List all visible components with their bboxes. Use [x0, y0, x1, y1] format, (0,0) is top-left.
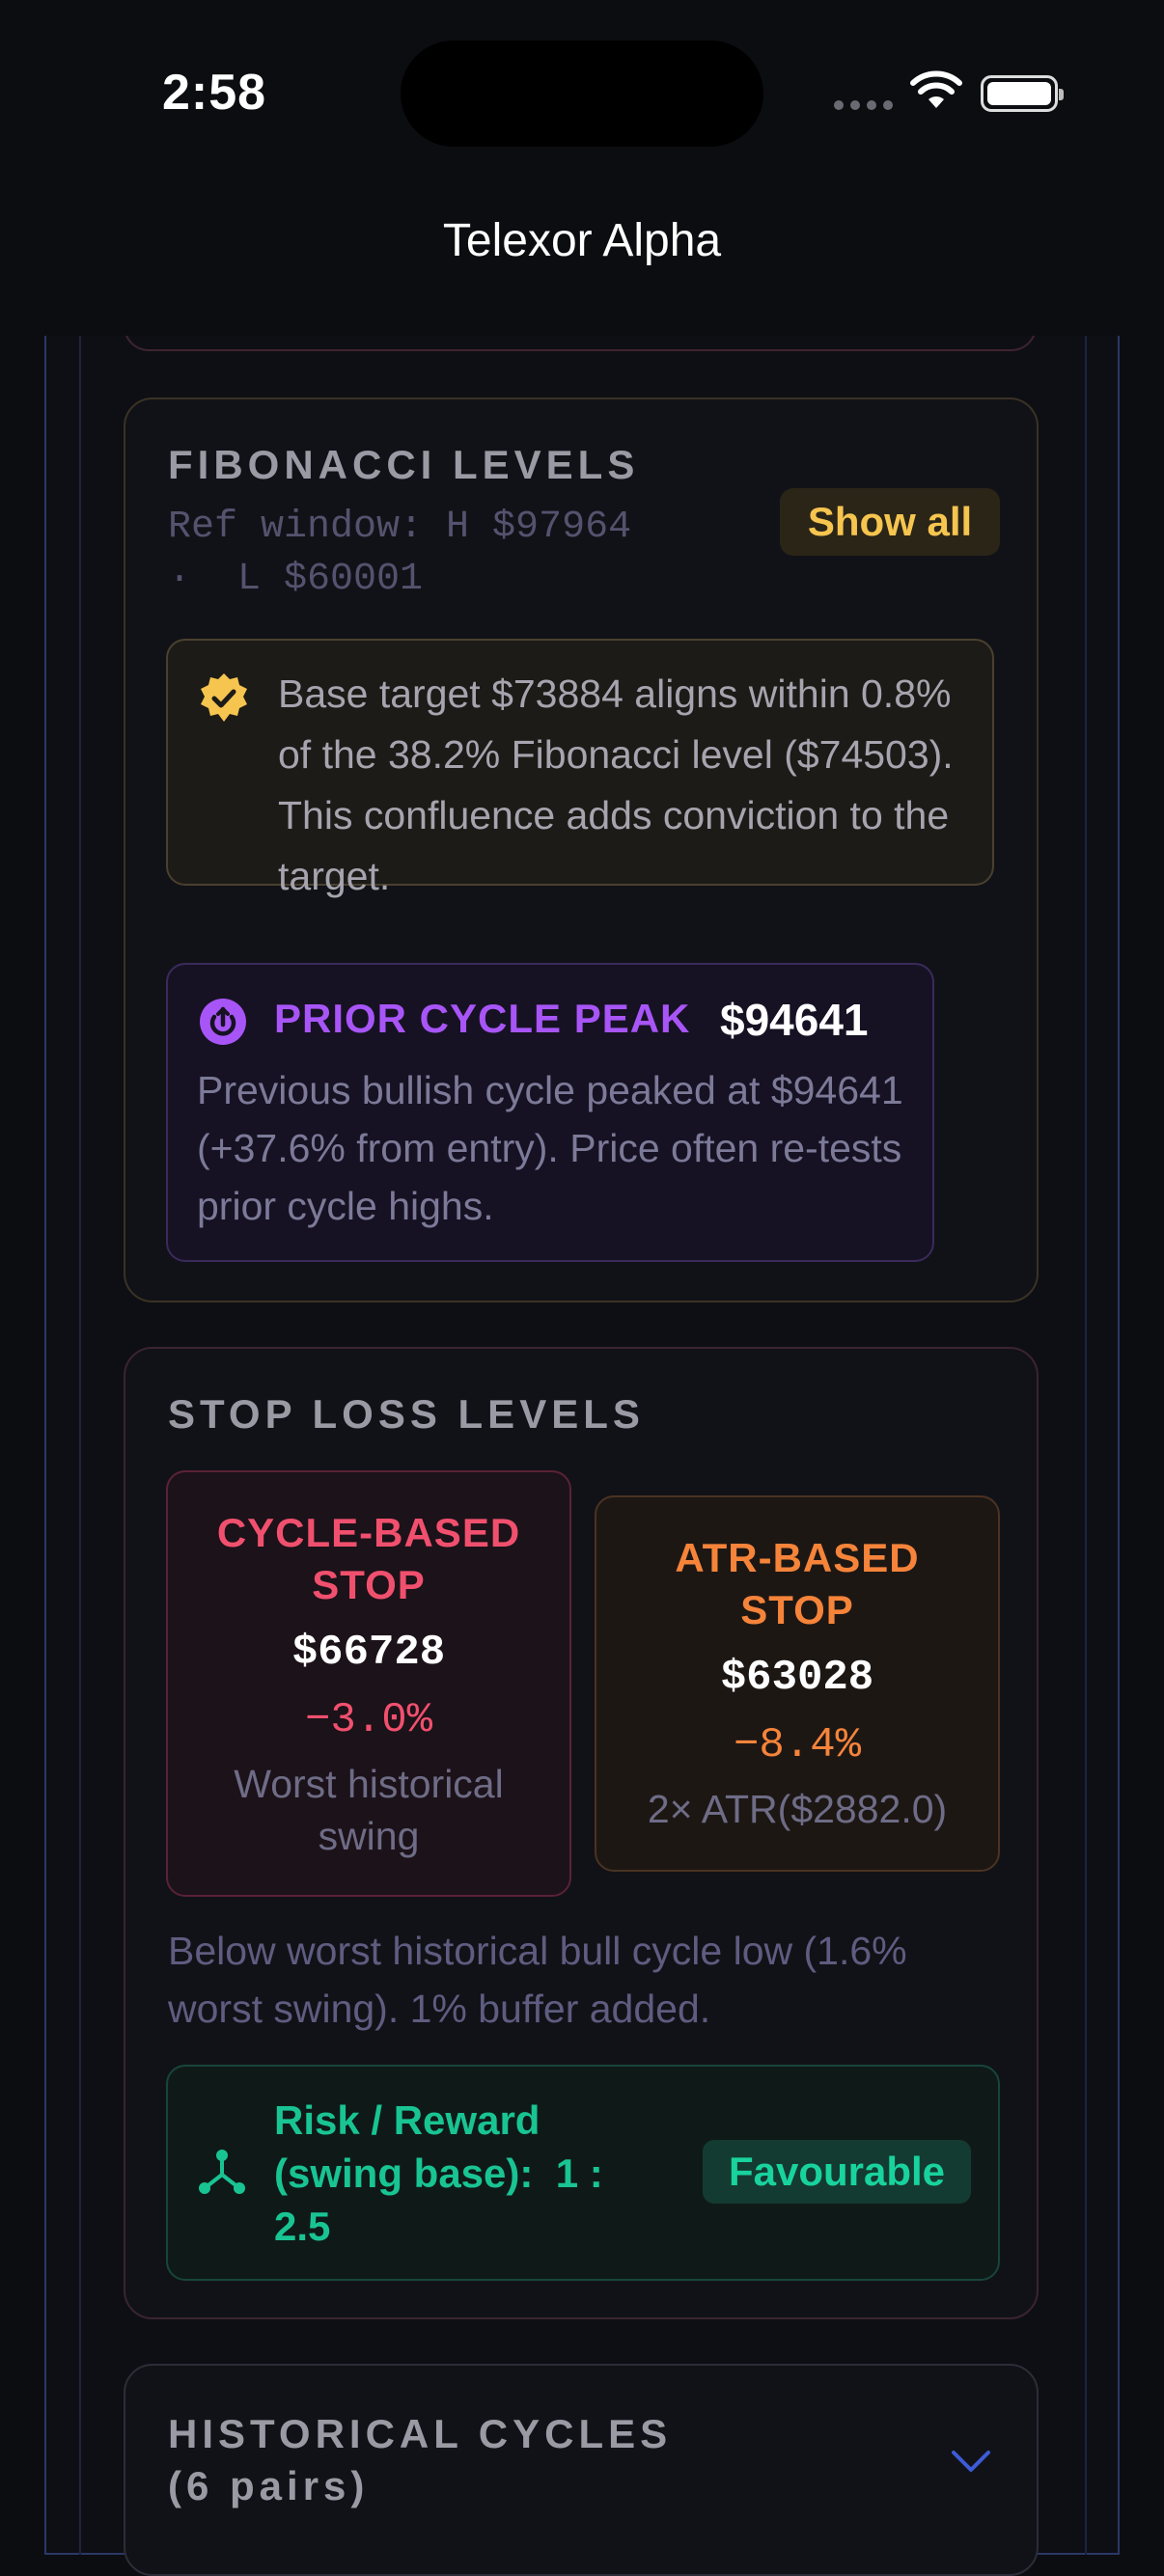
- risk-reward-line2: (swing base): 1 :: [274, 2151, 603, 2196]
- historical-cycles-title: HISTORICAL CYCLES (6 pairs): [168, 2408, 672, 2512]
- prior-cycle-peak-label: PRIOR CYCLE PEAK: [274, 996, 691, 1041]
- prior-cycle-peak-value: $94641: [720, 995, 869, 1045]
- status-time: 2:58: [162, 65, 267, 121]
- status-bar: 2:58: [0, 0, 1164, 193]
- risk-reward-text: Risk / Reward (swing base): 1 : 2.5: [274, 2094, 660, 2253]
- fibonacci-section-title: FIBONACCI LEVELS: [168, 442, 640, 487]
- cycle-stop-title-line2: STOP: [312, 1562, 426, 1607]
- battery-icon: [981, 75, 1064, 112]
- chevron-down-icon[interactable]: [950, 2447, 992, 2476]
- cycle-based-stop-box: CYCLE-BASED STOP $66728 −3.0% Worst hist…: [166, 1470, 571, 1897]
- cycle-stop-title: CYCLE-BASED STOP: [168, 1507, 569, 1611]
- atr-stop-description: 2× ATR($2882.0): [647, 1787, 948, 1831]
- atr-stop-price: $63028: [720, 1654, 874, 1702]
- risk-reward-line1: Risk / Reward: [274, 2097, 540, 2143]
- page-title: Telexor Alpha: [442, 215, 722, 266]
- cycle-stop-price: $66728: [291, 1629, 446, 1677]
- atr-stop-title-line1: ATR-BASED: [675, 1535, 920, 1580]
- confluence-text: Base target $73884 aligns within 0.8% of…: [278, 671, 954, 898]
- historical-cycles-card[interactable]: HISTORICAL CYCLES (6 pairs): [124, 2364, 1039, 2576]
- confluence-callout: Base target $73884 aligns within 0.8% of…: [166, 639, 994, 898]
- atr-stop-percent: −8.4%: [733, 1721, 862, 1769]
- prior-cycle-peak-description: Previous bullish cycle peaked at $94641 …: [197, 1068, 903, 1228]
- atr-stop-title-line2: STOP: [740, 1587, 854, 1632]
- cycle-stop-title-line1: CYCLE-BASED: [216, 1510, 521, 1555]
- risk-reward-box: Risk / Reward (swing base): 1 : 2.5 Favo…: [166, 2065, 1000, 2281]
- cycle-peak-icon: [200, 999, 246, 1045]
- stop-loss-section-title: STOP LOSS LEVELS: [168, 1391, 645, 1437]
- risk-reward-line3: 2.5: [274, 2204, 331, 2249]
- fibonacci-levels-card: FIBONACCI LEVELS Ref window: H $97964 · …: [124, 397, 1039, 1302]
- wifi-icon: [910, 70, 962, 108]
- ref-window-line2: · L $60001: [168, 558, 424, 601]
- cycle-stop-description: Worst historical swing: [168, 1758, 569, 1862]
- cycle-stop-desc-line1: Worst historical: [234, 1762, 504, 1806]
- ref-window-text: Ref window: H $97964 · L $60001: [168, 502, 747, 606]
- verified-badge-icon: [201, 673, 247, 722]
- show-all-button[interactable]: Show all: [780, 488, 1000, 556]
- favourable-badge: Favourable: [703, 2140, 971, 2204]
- prior-cycle-peak-callout: PRIOR CYCLE PEAK $94641 Previous bullish…: [166, 963, 934, 1262]
- risk-reward-icon: [199, 2150, 245, 2194]
- atr-stop-title: ATR-BASED STOP: [596, 1532, 998, 1636]
- ref-window-line1: Ref window: H $97964: [168, 506, 632, 549]
- cycle-stop-desc-line2: swing: [318, 1814, 420, 1858]
- cellular-signal-icon: [834, 100, 893, 110]
- stop-loss-note: Below worst historical bull cycle low (1…: [168, 1929, 907, 2031]
- historical-cycles-title-line2: (6 pairs): [168, 2463, 370, 2508]
- stop-loss-levels-card: STOP LOSS LEVELS CYCLE-BASED STOP $66728…: [124, 1347, 1039, 2319]
- atr-based-stop-box: ATR-BASED STOP $63028 −8.4% 2× ATR($2882…: [595, 1495, 1000, 1872]
- dynamic-island: [401, 41, 763, 147]
- historical-cycles-title-line1: HISTORICAL CYCLES: [168, 2411, 673, 2456]
- cycle-stop-percent: −3.0%: [304, 1696, 433, 1744]
